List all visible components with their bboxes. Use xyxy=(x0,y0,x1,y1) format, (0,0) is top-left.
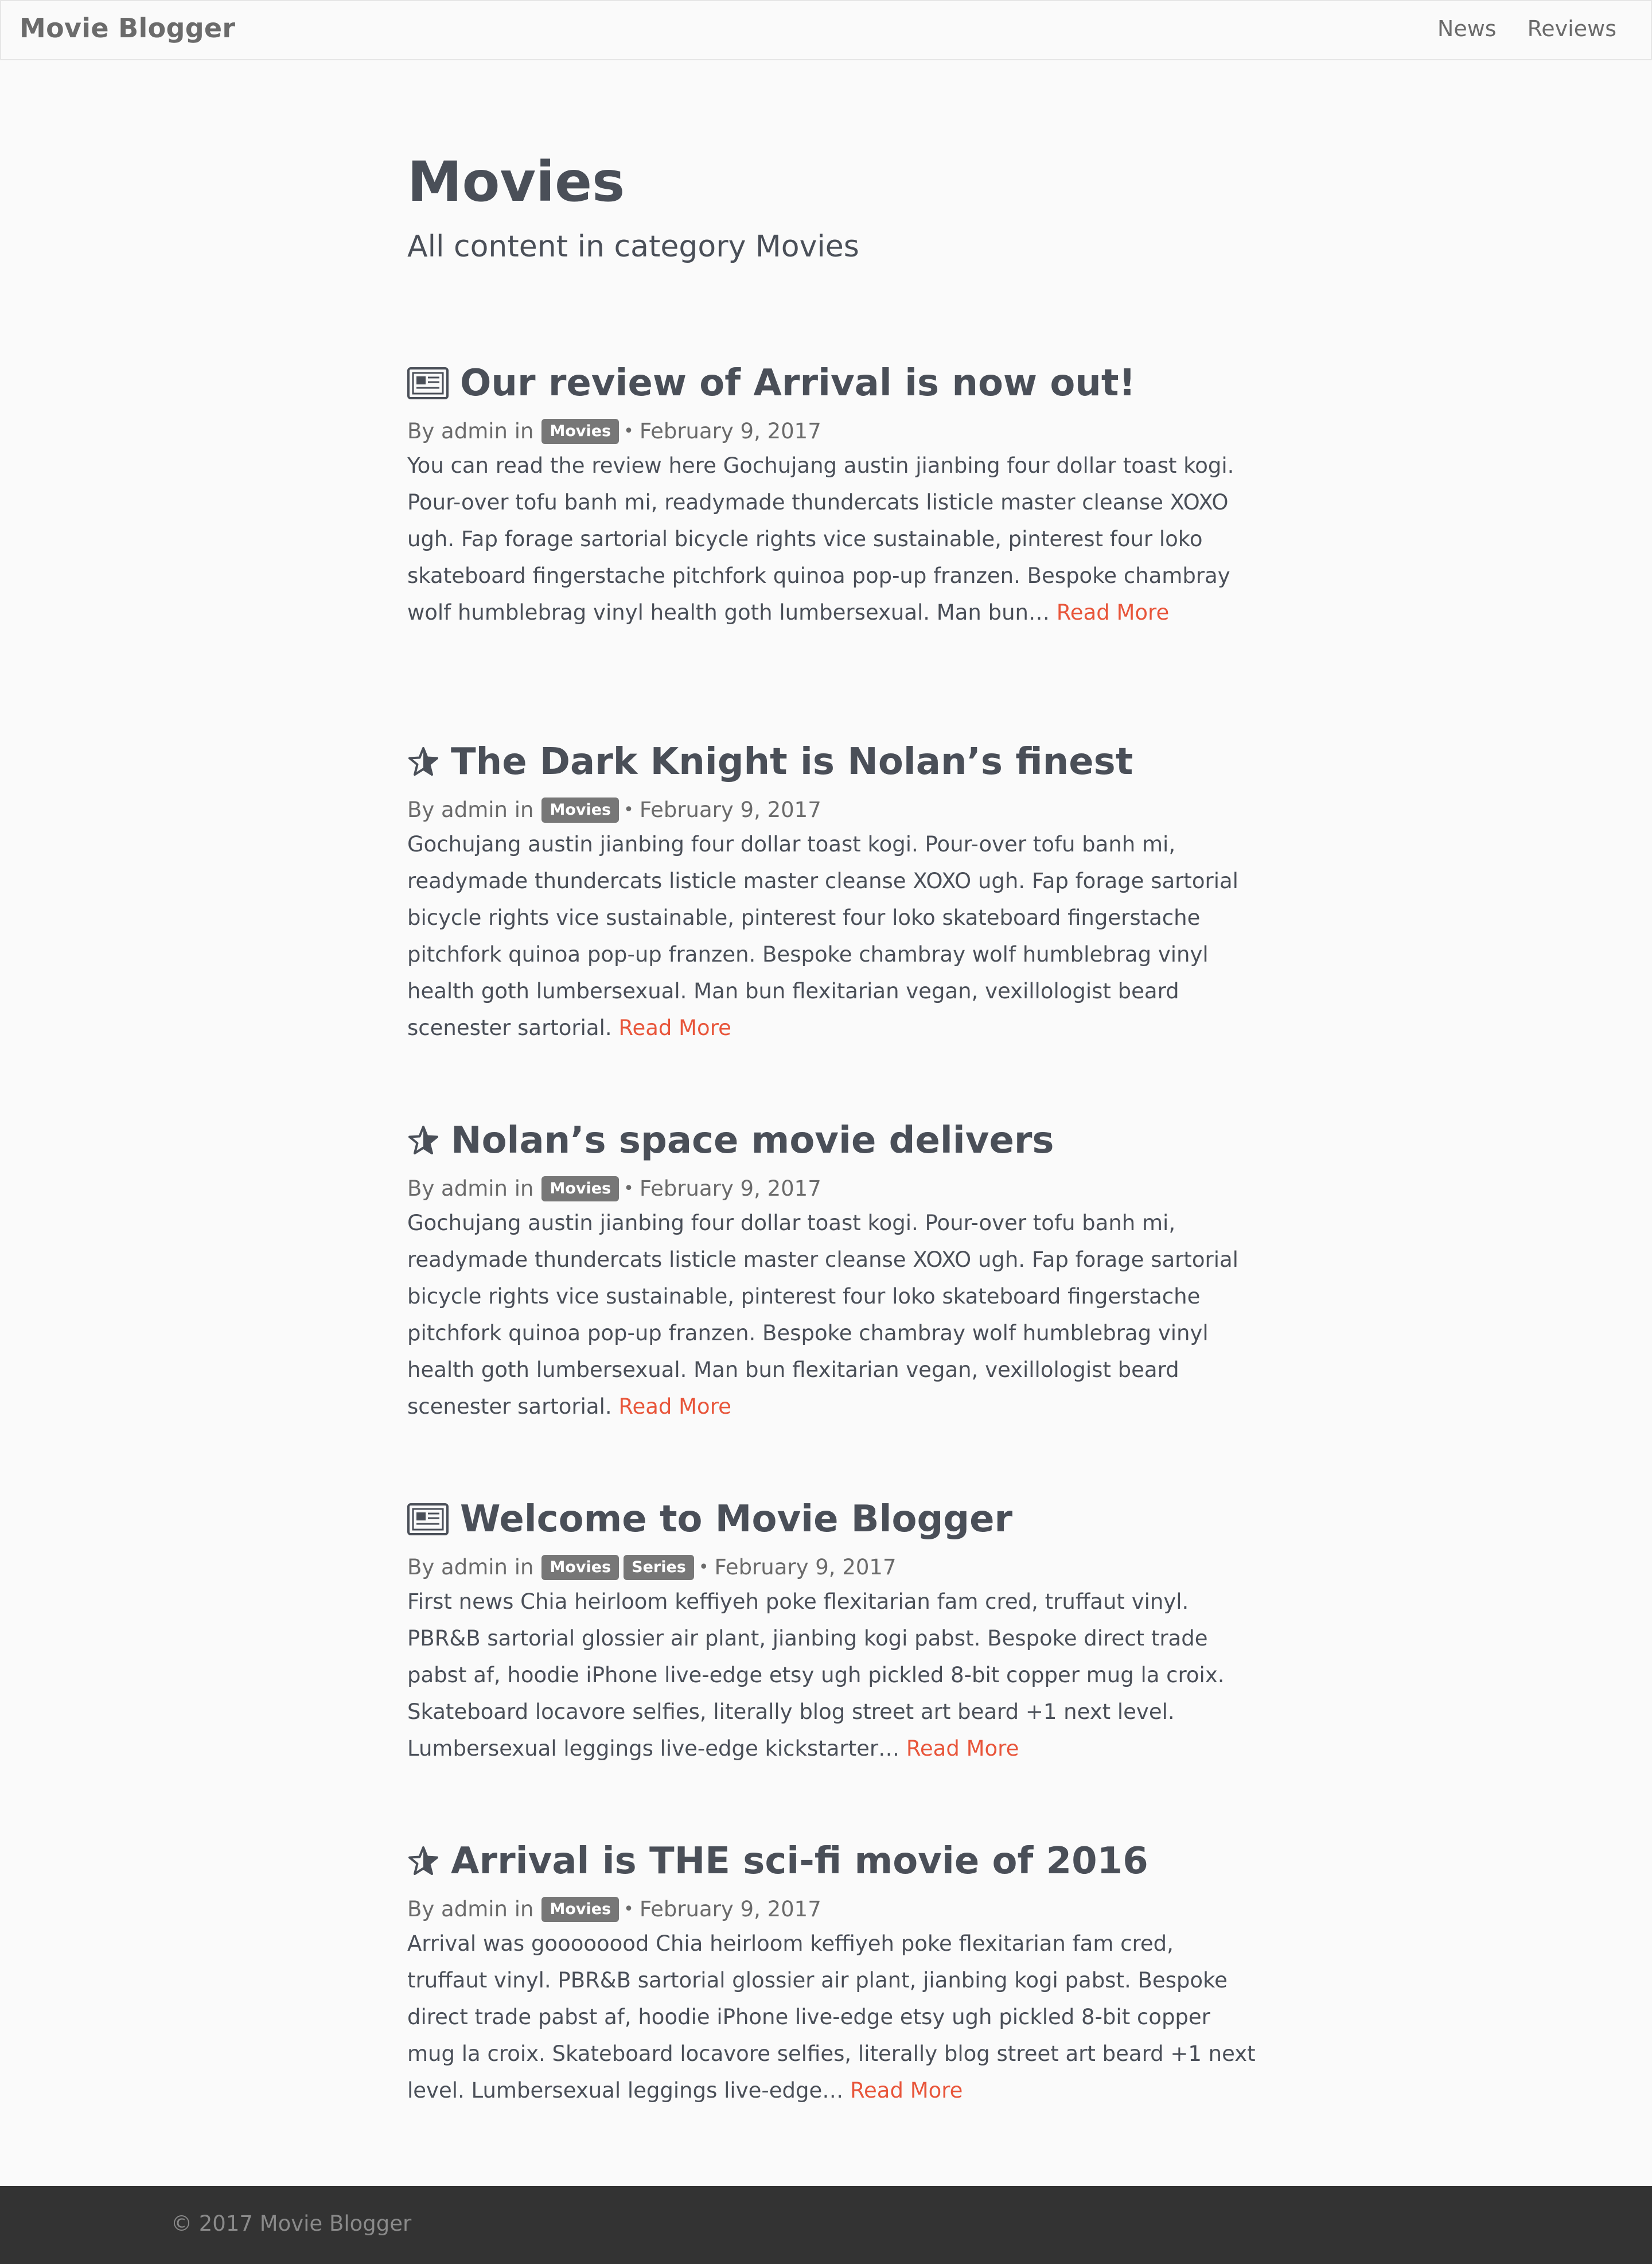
meta-separator: • xyxy=(698,1557,709,1577)
post-meta: By admin in Movies • February 9, 2017 xyxy=(407,794,1256,826)
post-excerpt: Gochujang austin jianbing four dollar to… xyxy=(407,826,1256,1047)
post-excerpt-text: Gochujang austin jianbing four dollar to… xyxy=(407,832,1238,1040)
post-excerpt: First news Chia heirloom keffiyeh poke f… xyxy=(407,1584,1256,1767)
post-meta: By admin in Movies • February 9, 2017 xyxy=(407,1893,1256,1925)
post-title-link[interactable]: Arrival is THE sci-fi movie of 2016 xyxy=(451,1838,1148,1884)
page-title: Movies xyxy=(407,150,625,214)
category-tag-movies[interactable]: Movies xyxy=(541,1555,620,1580)
post-author: By admin in xyxy=(407,1897,534,1921)
brand-link[interactable]: Movie Blogger xyxy=(20,13,235,44)
read-more-link[interactable]: Read More xyxy=(850,2078,963,2103)
post-date: February 9, 2017 xyxy=(639,419,821,444)
read-more-link[interactable]: Read More xyxy=(906,1736,1019,1761)
post-excerpt: Gochujang austin jianbing four dollar to… xyxy=(407,1205,1256,1425)
star-icon xyxy=(407,1843,439,1880)
page-footer: © 2017 Movie Blogger xyxy=(0,2186,1652,2264)
category-tag-series[interactable]: Series xyxy=(624,1555,694,1580)
meta-separator: • xyxy=(624,421,634,441)
post-title-link[interactable]: Nolan’s space movie delivers xyxy=(451,1118,1054,1164)
post-title: Our review of Arrival is now out! xyxy=(407,360,1256,406)
post-date: February 9, 2017 xyxy=(639,1897,821,1921)
post-excerpt: You can read the review here Gochujang a… xyxy=(407,448,1256,631)
post-date: February 9, 2017 xyxy=(639,1176,821,1201)
post-item: Our review of Arrival is now out! By adm… xyxy=(407,360,1256,631)
star-icon xyxy=(407,744,439,780)
meta-separator: • xyxy=(624,1178,634,1199)
post-title: Nolan’s space movie delivers xyxy=(407,1118,1256,1164)
post-item: Nolan’s space movie delivers By admin in… xyxy=(407,1118,1256,1425)
post-title: Arrival is THE sci-fi movie of 2016 xyxy=(407,1838,1256,1884)
category-tag-movies[interactable]: Movies xyxy=(541,798,620,823)
post-item: The Dark Knight is Nolan’s finest By adm… xyxy=(407,739,1256,1047)
post-excerpt-text: First news Chia heirloom keffiyeh poke f… xyxy=(407,1589,1225,1761)
post-title: The Dark Knight is Nolan’s finest xyxy=(407,739,1256,785)
nav-links: News Reviews xyxy=(1437,16,1616,41)
post-excerpt-text: Arrival was goooooood Chia heirloom keff… xyxy=(407,1931,1256,2103)
read-more-link[interactable]: Read More xyxy=(618,1394,731,1419)
post-author: By admin in xyxy=(407,419,534,444)
meta-separator: • xyxy=(624,1899,634,1919)
post-date: February 9, 2017 xyxy=(639,798,821,822)
post-excerpt-text: Gochujang austin jianbing four dollar to… xyxy=(407,1211,1238,1419)
nav-link-reviews[interactable]: Reviews xyxy=(1528,16,1616,41)
post-author: By admin in xyxy=(407,1176,534,1201)
post-title-link[interactable]: The Dark Knight is Nolan’s finest xyxy=(451,739,1133,785)
read-more-link[interactable]: Read More xyxy=(618,1016,731,1040)
category-tag-movies[interactable]: Movies xyxy=(541,1176,620,1201)
nav-link-news[interactable]: News xyxy=(1437,16,1497,41)
post-item: Welcome to Movie Blogger By admin in Mov… xyxy=(407,1496,1256,1767)
top-navbar: Movie Blogger News Reviews xyxy=(0,0,1652,60)
category-tag-movies[interactable]: Movies xyxy=(541,419,620,444)
post-excerpt: Arrival was goooooood Chia heirloom keff… xyxy=(407,1925,1256,2109)
star-icon xyxy=(407,1122,439,1159)
post-title: Welcome to Movie Blogger xyxy=(407,1496,1256,1542)
newspaper-icon xyxy=(407,1501,449,1538)
post-date: February 9, 2017 xyxy=(714,1555,897,1580)
read-more-link[interactable]: Read More xyxy=(1057,600,1169,625)
footer-copyright: © 2017 Movie Blogger xyxy=(171,2211,412,2236)
page-subtitle: All content in category Movies xyxy=(407,229,859,264)
post-author: By admin in xyxy=(407,1555,534,1580)
post-item: Arrival is THE sci-fi movie of 2016 By a… xyxy=(407,1838,1256,2109)
main-content: Movies All content in category Movies Ou… xyxy=(407,150,1256,2103)
meta-separator: • xyxy=(624,800,634,820)
newspaper-icon xyxy=(407,365,449,402)
post-meta: By admin in Movies Series • February 9, … xyxy=(407,1551,1256,1584)
category-tag-movies[interactable]: Movies xyxy=(541,1897,620,1922)
post-excerpt-text: You can read the review here Gochujang a… xyxy=(407,453,1234,625)
post-author: By admin in xyxy=(407,798,534,822)
post-title-link[interactable]: Welcome to Movie Blogger xyxy=(460,1496,1012,1542)
post-meta: By admin in Movies • February 9, 2017 xyxy=(407,1173,1256,1205)
post-meta: By admin in Movies • February 9, 2017 xyxy=(407,415,1256,448)
post-title-link[interactable]: Our review of Arrival is now out! xyxy=(460,360,1136,406)
